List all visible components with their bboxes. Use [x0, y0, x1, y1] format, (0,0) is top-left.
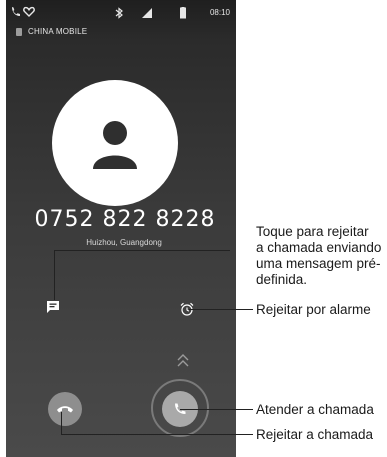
callout-message-line-2: a chamada enviando	[256, 240, 382, 255]
callout-alarm: Rejeitar por alarme	[256, 302, 371, 317]
callout-line-reject-v	[61, 412, 63, 434]
caller-location: Huizhou, Guangdong	[86, 238, 162, 247]
chevron-up-icon	[176, 352, 190, 368]
callout-message-line-3: uma mensagem pré-	[256, 256, 381, 271]
status-left-icons	[10, 5, 36, 23]
carrier-name: CHINA MOBILE	[28, 27, 88, 36]
contact-avatar	[52, 80, 178, 206]
status-bar: 08:10	[6, 0, 236, 24]
sim-icon	[16, 27, 22, 36]
status-right-icons	[114, 6, 194, 24]
status-time: 08:10	[209, 8, 230, 17]
callout-message-line-1: Toque para rejeitar	[256, 224, 369, 239]
callout-message: Toque para rejeitar a chamada enviando u…	[256, 224, 381, 288]
callout-line-reject-h	[61, 434, 253, 436]
callout-line-answer	[180, 409, 253, 411]
signal-icon	[142, 8, 152, 18]
incoming-call-screen: 08:10 CHINA MOBILE 0752 822 8228 Huizhou…	[6, 0, 236, 457]
reject-call-button[interactable]	[48, 392, 82, 426]
message-icon[interactable]	[46, 300, 60, 314]
bluetooth-icon	[115, 7, 123, 19]
callout-reject: Rejeitar a chamada	[256, 427, 374, 442]
callout-answer: Atender a chamada	[256, 402, 374, 417]
heart-icon	[23, 6, 35, 17]
hangup-icon	[57, 406, 73, 413]
callout-line-alarm	[189, 309, 253, 311]
battery-icon	[180, 6, 186, 19]
caller-number: 0752 822 8228	[34, 207, 216, 232]
person-icon	[93, 121, 137, 169]
callout-line-message-h	[54, 250, 230, 252]
callout-message-line-4: definida.	[256, 272, 308, 287]
callout-line-message-v	[54, 250, 56, 300]
carrier-row: CHINA MOBILE	[16, 27, 87, 36]
phone-icon	[12, 7, 20, 16]
